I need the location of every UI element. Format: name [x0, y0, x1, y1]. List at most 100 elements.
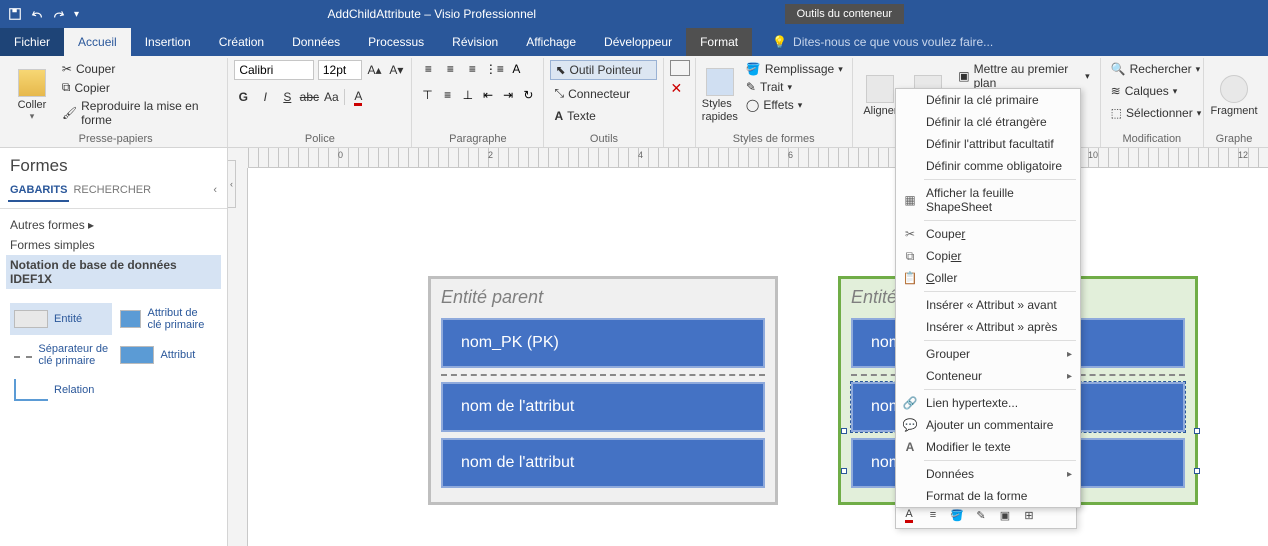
selection-handle[interactable]	[841, 428, 847, 434]
entity-parent-shape[interactable]: Entité parent nom_PK (PK) nom de l'attri…	[428, 276, 778, 505]
entity-parent-attr2[interactable]: nom de l'attribut	[441, 438, 765, 488]
cm-insert-before[interactable]: Insérer « Attribut » avant	[896, 294, 1080, 316]
cm-hyperlink-label: Li	[926, 396, 935, 410]
increase-font-icon[interactable]: A▴	[366, 61, 384, 79]
fragment-button[interactable]: Fragment	[1210, 60, 1258, 131]
cm-hyperlink[interactable]: 🔗Lien hypertexte...	[896, 392, 1080, 414]
selection-handle[interactable]	[1194, 428, 1200, 434]
rectangle-tool-icon[interactable]	[670, 60, 690, 76]
mt-line-icon[interactable]: ✎	[971, 505, 991, 525]
tab-file[interactable]: Fichier	[0, 28, 64, 56]
cm-format-shape[interactable]: Format de la forme	[896, 485, 1080, 507]
cm-set-optional[interactable]: Définir l'attribut facultatif	[896, 133, 1080, 155]
line-button[interactable]: ✎Trait▾	[742, 78, 847, 96]
selection-handle[interactable]	[841, 468, 847, 474]
selection-handle[interactable]	[1194, 468, 1200, 474]
cm-paste[interactable]: 📋Coller	[896, 267, 1080, 289]
tab-design[interactable]: Création	[205, 28, 278, 56]
mt-align-icon[interactable]: ≡	[923, 505, 943, 525]
cm-cut[interactable]: ✂Couper	[896, 223, 1080, 245]
align-center-icon[interactable]: ≡	[440, 60, 460, 78]
mt-group-icon[interactable]: ⊞	[1019, 505, 1039, 525]
quick-styles-button[interactable]: Styles rapides	[702, 60, 738, 131]
cm-shapesheet[interactable]: ▦Afficher la feuille ShapeSheet	[896, 182, 1080, 218]
tab-data[interactable]: Données	[278, 28, 354, 56]
tab-insert[interactable]: Insertion	[131, 28, 205, 56]
connector-tool-button[interactable]: ⤡Connecteur	[550, 84, 657, 103]
decrease-indent-icon[interactable]: ⇤	[479, 86, 497, 104]
cm-insert-after[interactable]: Insérer « Attribut » après	[896, 316, 1080, 338]
increase-indent-icon[interactable]: ⇥	[499, 86, 517, 104]
cm-group[interactable]: Grouper▸	[896, 343, 1080, 365]
current-stencil-item[interactable]: Notation de base de données IDEF1X	[6, 255, 221, 289]
mt-arrange-icon[interactable]: ▣	[995, 505, 1015, 525]
cm-set-primary-key[interactable]: Définir la clé primaire	[896, 89, 1080, 111]
undo-icon[interactable]	[30, 7, 44, 21]
cm-container[interactable]: Conteneur▸	[896, 365, 1080, 387]
align-middle-icon[interactable]: ≡	[439, 86, 457, 104]
tab-view[interactable]: Affichage	[512, 28, 590, 56]
bullets-icon[interactable]: ⋮≡	[484, 60, 504, 78]
mt-font-color-icon[interactable]: A	[899, 505, 919, 525]
shape-attribute[interactable]: Attribut	[116, 339, 217, 371]
text-tool-button[interactable]: ATexte	[550, 107, 657, 125]
align-bottom-icon[interactable]: ⊥	[459, 86, 477, 104]
font-size-increase-icon[interactable]: A	[506, 60, 526, 78]
cm-data[interactable]: Données▸	[896, 463, 1080, 485]
align-left-icon[interactable]: ≡	[418, 60, 438, 78]
pane-collapse-handle[interactable]: ‹	[228, 160, 236, 208]
cut-button[interactable]: ✂Couper	[58, 60, 221, 78]
align-top-icon[interactable]: ⊤	[418, 86, 436, 104]
tab-developer[interactable]: Développeur	[590, 28, 686, 56]
simple-shapes-item[interactable]: Formes simples	[10, 235, 217, 255]
more-shapes-item[interactable]: Autres formes ▸	[10, 215, 217, 235]
entity-parent-attr1[interactable]: nom de l'attribut	[441, 382, 765, 432]
shape-pk-attr-label: Attribut de clé primaire	[147, 307, 213, 331]
align-right-icon[interactable]: ≡	[462, 60, 482, 78]
find-button[interactable]: 🔍Rechercher▾	[1107, 60, 1197, 78]
decrease-font-icon[interactable]: A▾	[387, 61, 405, 79]
tab-process[interactable]: Processus	[354, 28, 438, 56]
change-case-button[interactable]: Aa	[322, 88, 340, 106]
stencils-tab[interactable]: GABARITS	[8, 180, 69, 202]
shape-relation[interactable]: Relation	[10, 375, 112, 405]
drawing-canvas[interactable]: Entité parent nom_PK (PK) nom de l'attri…	[248, 168, 1268, 546]
select-button[interactable]: ⬚Sélectionner▾	[1107, 104, 1197, 122]
strikethrough-button[interactable]: abc	[300, 88, 318, 106]
cm-copy[interactable]: ⧉Copier	[896, 245, 1080, 267]
shape-pk-attribute[interactable]: Attribut de clé primaire	[116, 303, 217, 335]
font-name-combo[interactable]: Calibri	[234, 60, 314, 80]
cm-set-foreign-key[interactable]: Définir la clé étrangère	[896, 111, 1080, 133]
fill-button[interactable]: 🪣Remplissage▾	[742, 60, 847, 78]
layers-button[interactable]: ≋Calques▾	[1107, 82, 1197, 100]
font-size-combo[interactable]: 12pt	[318, 60, 362, 80]
paste-button[interactable]: Coller ▾	[10, 60, 54, 131]
underline-button[interactable]: S	[278, 88, 296, 106]
cm-comment[interactable]: 💬Ajouter un commentaire	[896, 414, 1080, 436]
format-painter-button[interactable]: 🖌Reproduire la mise en forme	[58, 97, 221, 129]
shape-styles-group-label: Styles de formes	[702, 131, 846, 145]
fragment-label: Fragment	[1210, 105, 1257, 117]
italic-button[interactable]: I	[256, 88, 274, 106]
mt-fill-icon[interactable]: 🪣	[947, 505, 967, 525]
rotate-text-icon[interactable]: ↻	[519, 86, 537, 104]
shape-pk-separator[interactable]: Séparateur de clé primaire	[10, 339, 112, 371]
search-tab[interactable]: RECHERCHER	[71, 180, 153, 202]
collapse-shapes-icon[interactable]: ‹	[211, 180, 219, 202]
pointer-tool-button[interactable]: ⬉Outil Pointeur	[550, 60, 657, 80]
entity-parent-pk[interactable]: nom_PK (PK)	[441, 318, 765, 368]
cm-set-required[interactable]: Définir comme obligatoire	[896, 155, 1080, 177]
effects-button[interactable]: ◯Effets▾	[742, 96, 847, 114]
font-color-button[interactable]: A	[349, 88, 367, 106]
tab-review[interactable]: Révision	[438, 28, 512, 56]
tab-home[interactable]: Accueil	[64, 28, 131, 56]
delete-icon[interactable]: ✕	[670, 80, 688, 97]
save-icon[interactable]	[8, 7, 22, 21]
tab-format[interactable]: Format	[686, 28, 752, 56]
bold-button[interactable]: G	[234, 88, 252, 106]
redo-icon[interactable]	[52, 7, 66, 21]
cm-edit-text[interactable]: AModifier le texte	[896, 436, 1080, 458]
shape-entity[interactable]: Entité	[10, 303, 112, 335]
copy-button[interactable]: ⧉Copier	[58, 78, 221, 97]
tell-me-search[interactable]: 💡 Dites-nous ce que vous voulez faire...	[772, 28, 993, 56]
